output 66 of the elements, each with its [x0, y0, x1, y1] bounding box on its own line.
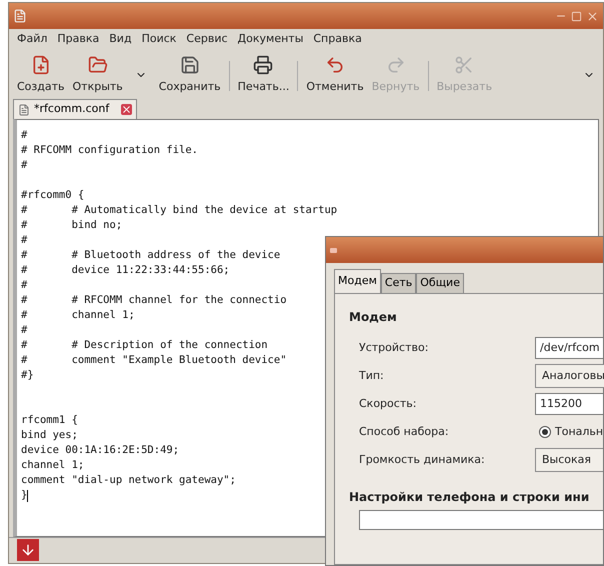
- code-line: #}: [21, 368, 34, 383]
- toolbar-button[interactable]: Создать: [13, 54, 68, 95]
- close-icon[interactable]: [121, 104, 132, 115]
- menu-item[interactable]: Поиск: [142, 30, 176, 48]
- field-label: Тип:: [359, 368, 385, 384]
- code-line: #: [21, 128, 28, 143]
- tab-label: *rfcomm.conf: [34, 101, 110, 118]
- printer-icon: [253, 54, 274, 74]
- code-line: # bind no;: [21, 218, 122, 233]
- code-line: channel 1;: [21, 458, 84, 473]
- toolbar-button[interactable]: Открыть: [68, 54, 127, 95]
- toolbar-button[interactable]: Отменить: [302, 54, 368, 95]
- toolbar-button[interactable]: Печать...: [234, 54, 294, 95]
- dialog-tab[interactable]: Сеть: [380, 273, 416, 293]
- code-line: # # Automatically bind the device at startup: [21, 203, 338, 218]
- section-heading: Модем: [349, 309, 398, 326]
- code-line: #: [21, 323, 28, 338]
- redo-icon: [386, 54, 406, 74]
- input-field[interactable]: 115200: [535, 393, 603, 415]
- text-cursor: [27, 490, 28, 502]
- code-line: # comment "Example Bluetooth device": [21, 353, 287, 368]
- radio-option[interactable]: Тональн: [535, 424, 604, 440]
- menu-item[interactable]: Сервис: [186, 30, 228, 48]
- field-label: Скорость:: [359, 396, 418, 412]
- code-line: # # Description of the connection: [21, 338, 268, 353]
- menu-item[interactable]: Документы: [238, 30, 304, 48]
- code-line: #: [21, 233, 28, 248]
- maximize-icon[interactable]: [571, 10, 582, 22]
- code-line: bind yes;: [21, 428, 78, 443]
- dropdown-field[interactable]: Аналоговы: [535, 364, 604, 388]
- code-line: # # Bluetooth address of the device: [21, 248, 280, 263]
- code-line: device 00:1A:16:2E:5D:49;: [21, 443, 180, 458]
- field-label: Громкость динамика:: [359, 452, 486, 468]
- input-field[interactable]: [359, 510, 603, 530]
- undo-icon: [325, 54, 346, 74]
- code-line: # # RFCOMM channel for the connectio: [21, 293, 287, 308]
- menu-item[interactable]: Справка: [313, 30, 362, 48]
- toolbar-button[interactable]: Сохранить: [154, 54, 225, 95]
- scissors-icon: [454, 54, 474, 74]
- code-line: rfcomm1 {: [21, 413, 78, 428]
- new-file-icon: [30, 54, 51, 74]
- code-line: comment "dial-up network gateway";: [21, 473, 236, 488]
- dropdown-field[interactable]: Высокая: [535, 448, 603, 472]
- code-line: #: [21, 278, 28, 293]
- input-field[interactable]: /dev/rfcom: [535, 337, 603, 359]
- field-label: Способ набора:: [359, 424, 450, 440]
- code-line: #: [21, 158, 28, 173]
- code-line: # device 11:22:33:44:55:66;: [21, 263, 230, 278]
- folder-icon: [88, 54, 108, 74]
- menu-item[interactable]: Файл: [17, 30, 48, 48]
- section-heading: Настройки телефона и строки ини: [349, 489, 590, 506]
- file-icon: [18, 104, 30, 116]
- close-icon[interactable]: [586, 10, 599, 22]
- code-line: # RFCOMM configuration file.: [21, 143, 198, 158]
- dialog-tab[interactable]: Модем: [334, 269, 381, 293]
- code-line: }: [21, 488, 28, 503]
- code-line: # channel 1;: [21, 308, 135, 323]
- app-icon: [13, 9, 27, 23]
- floppy-icon: [180, 54, 200, 74]
- dialog-tab[interactable]: Общие: [416, 273, 464, 293]
- field-label: Устройство:: [359, 340, 430, 356]
- download-indicator[interactable]: [17, 538, 39, 560]
- code-line: #rfcomm0 {: [21, 188, 84, 203]
- menu-item[interactable]: Правка: [57, 30, 100, 48]
- document-tab[interactable]: *rfcomm.conf: [13, 99, 138, 119]
- menu-item[interactable]: Вид: [109, 30, 132, 48]
